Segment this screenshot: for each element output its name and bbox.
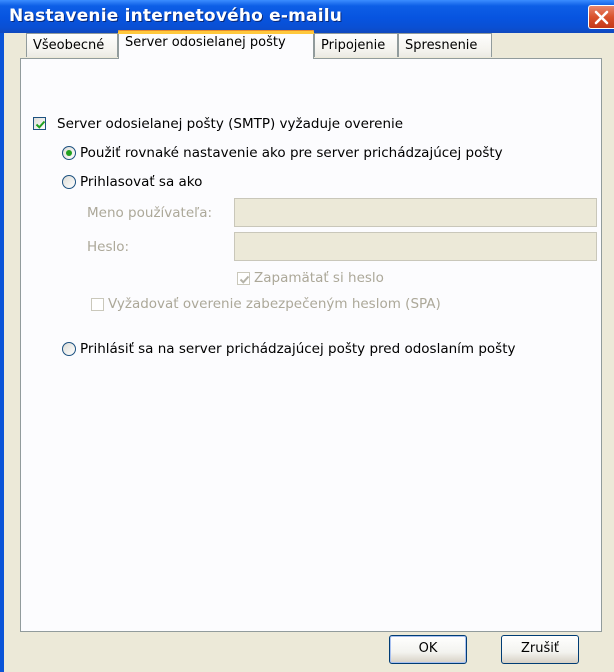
smtp-auth-checkbox[interactable] xyxy=(33,117,46,130)
tab-advanced[interactable]: Spresnenie xyxy=(398,33,492,57)
spa-label[interactable]: Vyžadovať overenie zabezpečeným heslom (… xyxy=(108,296,441,312)
login-before-send-label[interactable]: Prihlásiť sa na server prichádzajúcej po… xyxy=(80,341,516,357)
title-bar[interactable]: Nastavenie internetového e-mailu xyxy=(0,0,614,33)
smtp-auth-label[interactable]: Server odosielanej pošty (SMTP) vyžaduje… xyxy=(57,116,403,132)
checkmark-icon xyxy=(239,275,250,284)
use-same-settings-radio[interactable] xyxy=(62,146,76,160)
password-input[interactable] xyxy=(234,232,597,261)
username-input[interactable] xyxy=(234,198,597,227)
radio-selected-dot xyxy=(66,150,72,156)
spa-checkbox[interactable] xyxy=(91,298,104,311)
checkmark-icon xyxy=(35,120,46,129)
close-icon xyxy=(594,10,609,25)
login-before-send-radio[interactable] xyxy=(62,342,76,356)
use-same-settings-label[interactable]: Použiť rovnaké nastavenie ako pre server… xyxy=(80,145,503,161)
close-button[interactable] xyxy=(588,5,614,29)
username-label: Meno používateľa: xyxy=(87,205,213,221)
cancel-button[interactable]: Zrušiť xyxy=(501,635,579,664)
remember-password-label[interactable]: Zapamätať si heslo xyxy=(254,270,384,286)
login-as-label[interactable]: Prihlasovať sa ako xyxy=(80,174,202,190)
tab-connection[interactable]: Pripojenie xyxy=(314,33,398,57)
tab-general[interactable]: Všeobecné xyxy=(26,33,118,57)
remember-password-checkbox[interactable] xyxy=(237,272,250,285)
tab-outgoing-server[interactable]: Server odosielanej pošty xyxy=(118,30,314,59)
ok-button[interactable]: OK xyxy=(389,635,467,664)
dialog-window: Nastavenie internetového e-mailu Všeobec… xyxy=(0,0,614,672)
login-as-radio[interactable] xyxy=(62,175,76,189)
password-label: Heslo: xyxy=(87,239,130,255)
window-title: Nastavenie internetového e-mailu xyxy=(9,6,343,26)
